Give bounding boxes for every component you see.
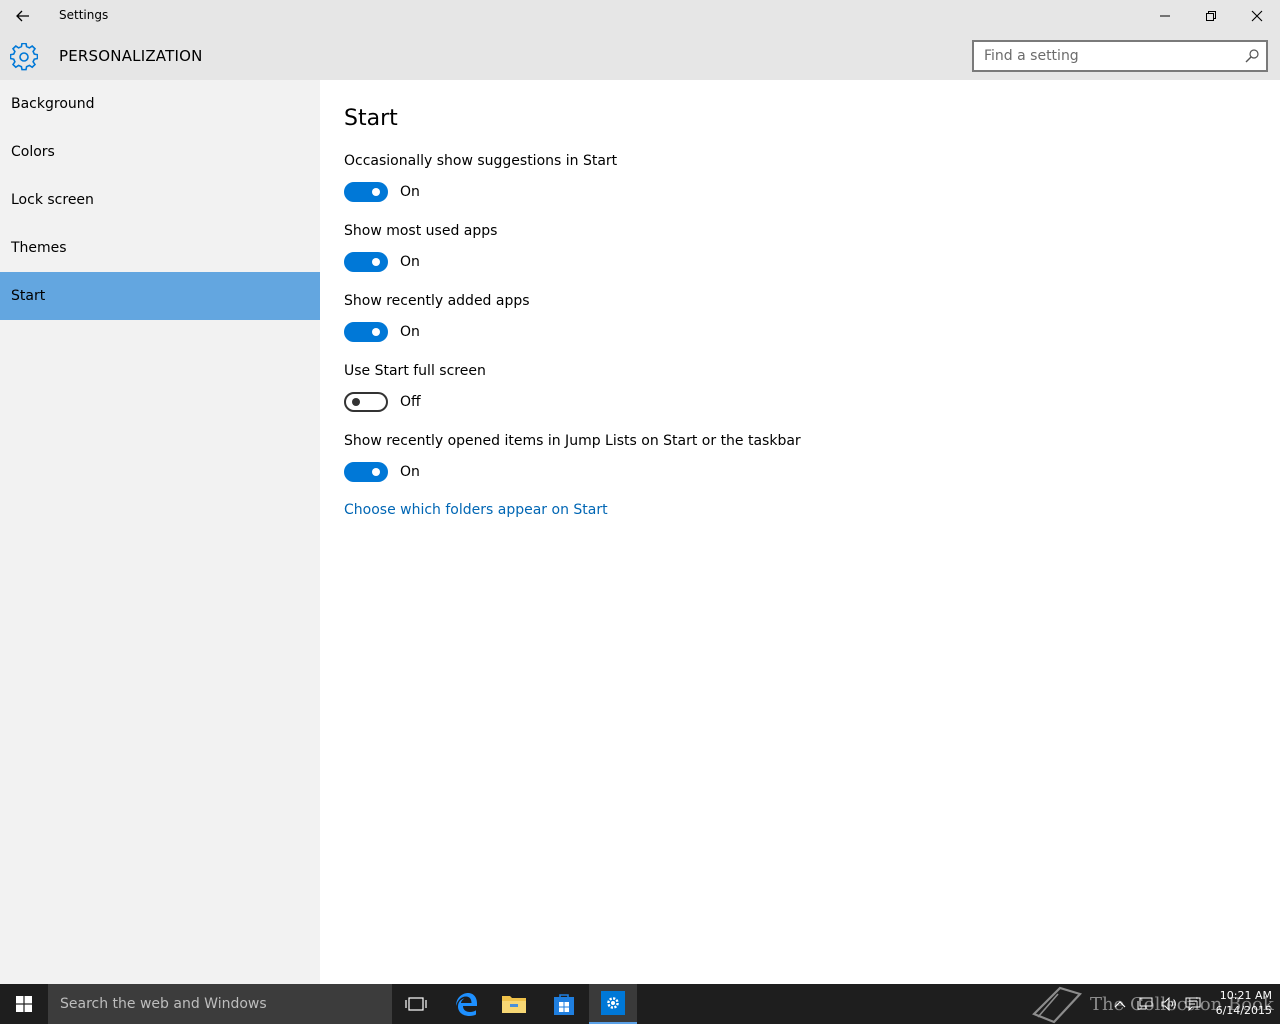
choose-folders-link[interactable]: Choose which folders appear on Start <box>344 502 608 518</box>
toggle-knob <box>372 258 380 266</box>
sidebar-item-label: Themes <box>11 240 67 256</box>
taskbar-search-input[interactable] <box>48 984 392 1024</box>
clock-date: 6/14/2015 <box>1215 1004 1272 1017</box>
search-icon[interactable] <box>1244 48 1260 64</box>
setting-recently-added: Show recently added apps On <box>344 293 1144 342</box>
toggle-state: On <box>400 184 420 200</box>
title-bar: Settings <box>0 0 1280 32</box>
task-view-button[interactable] <box>392 984 440 1024</box>
window-title: Settings <box>59 8 109 22</box>
toggle-state: On <box>400 254 420 270</box>
toggle-row: On <box>344 462 1144 482</box>
toggle-knob <box>372 188 380 196</box>
start-button[interactable] <box>0 984 48 1024</box>
clock[interactable]: 10:21 AM 6/14/2015 <box>1206 988 1272 1018</box>
toggle-knob <box>372 468 380 476</box>
gear-icon <box>10 43 38 71</box>
setting-label: Show recently opened items in Jump Lists… <box>344 433 801 449</box>
main-content: Start Occasionally show suggestions in S… <box>320 80 1280 984</box>
edge-button[interactable] <box>442 984 490 1024</box>
sidebar-item-lock-screen[interactable]: Lock screen <box>0 176 320 224</box>
store-icon <box>554 994 574 1015</box>
setting-label: Use Start full screen <box>344 363 486 379</box>
edge-browser-icon <box>456 993 477 1016</box>
minimize-button[interactable] <box>1142 0 1188 32</box>
sidebar-item-label: Start <box>11 288 46 304</box>
recently-added-toggle[interactable] <box>344 322 388 342</box>
sidebar-item-background[interactable]: Background <box>0 80 320 128</box>
sidebar: Background Colors Lock screen Themes Sta… <box>0 80 320 984</box>
back-button[interactable] <box>0 0 46 32</box>
restore-icon <box>1206 11 1216 21</box>
toggle-row: Off <box>344 392 1144 412</box>
search-box[interactable] <box>972 40 1268 72</box>
restore-button[interactable] <box>1188 0 1234 32</box>
toggle-row: On <box>344 252 1144 272</box>
sidebar-item-start[interactable]: Start <box>0 272 320 320</box>
taskbar-search[interactable] <box>48 984 392 1024</box>
taskbar: The Collection Book 10:21 AM 6/14/2015 <box>0 984 1280 1024</box>
setting-label: Show most used apps <box>344 223 498 239</box>
sidebar-item-colors[interactable]: Colors <box>0 128 320 176</box>
windows-logo-icon <box>16 996 32 1012</box>
toggle-knob <box>352 398 360 406</box>
folder-icon <box>502 996 526 1013</box>
search-input[interactable] <box>974 42 1234 70</box>
minimize-icon <box>1160 15 1170 17</box>
full-screen-toggle[interactable] <box>344 392 388 412</box>
toggle-state: Off <box>400 394 421 410</box>
close-icon <box>1251 10 1263 22</box>
suggestions-toggle[interactable] <box>344 182 388 202</box>
file-explorer-button[interactable] <box>490 984 538 1024</box>
setting-label: Occasionally show suggestions in Start <box>344 153 618 169</box>
jump-lists-toggle[interactable] <box>344 462 388 482</box>
setting-most-used: Show most used apps On <box>344 223 1144 272</box>
store-button[interactable] <box>540 984 588 1024</box>
sidebar-item-themes[interactable]: Themes <box>0 224 320 272</box>
settings-header: PERSONALIZATION <box>0 32 1280 80</box>
toggle-row: On <box>344 322 1144 342</box>
show-hidden-icons-button[interactable] <box>1110 984 1130 1024</box>
page-title: Start <box>344 106 398 131</box>
network-tray-button[interactable] <box>1134 984 1156 1024</box>
chevron-up-icon <box>1114 1001 1126 1008</box>
task-view-icon <box>405 997 427 1011</box>
toggle-state: On <box>400 464 420 480</box>
setting-full-screen: Use Start full screen Off <box>344 363 1144 412</box>
section-title: PERSONALIZATION <box>59 47 203 65</box>
most-used-toggle[interactable] <box>344 252 388 272</box>
setting-suggestions: Occasionally show suggestions in Start O… <box>344 153 1144 202</box>
setting-jump-lists: Show recently opened items in Jump Lists… <box>344 433 1144 482</box>
sidebar-item-label: Background <box>11 96 95 112</box>
sidebar-item-label: Lock screen <box>11 192 94 208</box>
toggle-knob <box>372 328 380 336</box>
gear-icon <box>607 997 619 1009</box>
toggle-row: On <box>344 182 1144 202</box>
notifications-icon <box>1185 997 1201 1011</box>
volume-tray-button[interactable] <box>1158 984 1180 1024</box>
close-button[interactable] <box>1234 0 1280 32</box>
book-icon <box>1032 986 1083 1024</box>
sidebar-item-label: Colors <box>11 144 55 160</box>
back-arrow-icon <box>16 10 29 22</box>
settings-taskbar-button[interactable] <box>589 984 637 1024</box>
setting-label: Show recently added apps <box>344 293 530 309</box>
network-icon <box>1137 997 1153 1010</box>
volume-icon <box>1161 997 1176 1011</box>
action-center-button[interactable] <box>1182 984 1204 1024</box>
toggle-state: On <box>400 324 420 340</box>
clock-time: 10:21 AM <box>1219 989 1272 1002</box>
settings-app-tile <box>601 991 625 1015</box>
